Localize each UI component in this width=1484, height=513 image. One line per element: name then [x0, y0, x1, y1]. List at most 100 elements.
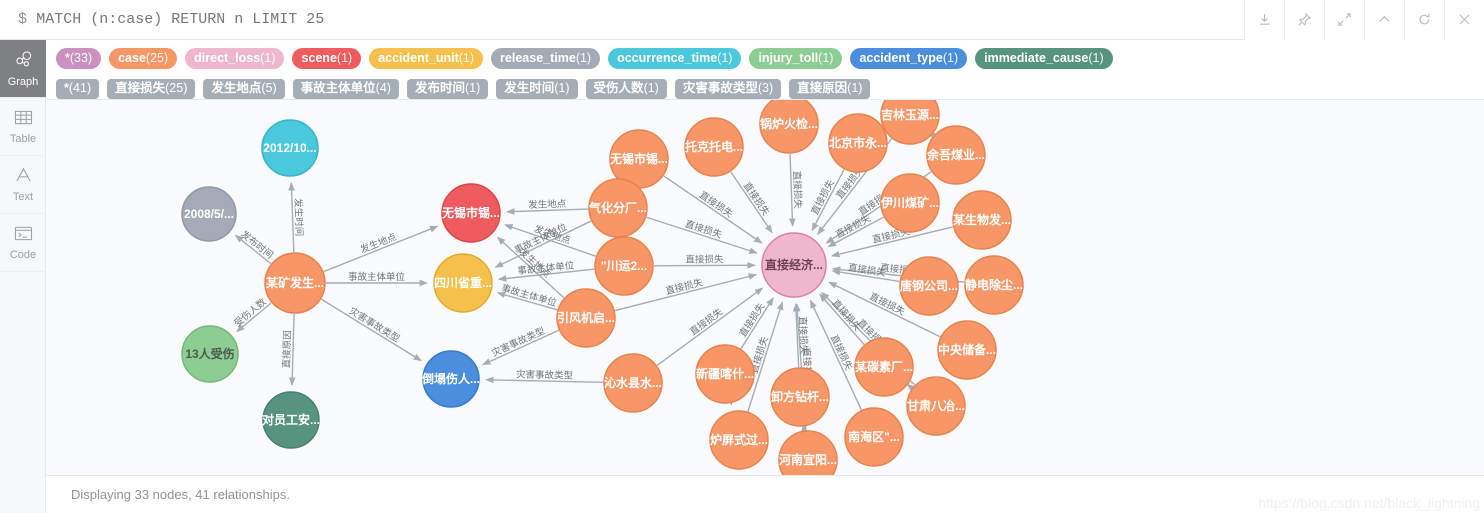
collapse-icon[interactable]: [1364, 0, 1404, 40]
graph-node[interactable]: 倒塌伤人...: [421, 350, 480, 408]
sidebar-item-code[interactable]: Code: [0, 214, 46, 272]
graph-node[interactable]: "川运2...: [594, 236, 654, 296]
node-label-chip[interactable]: injury_toll (1): [749, 48, 843, 69]
node-circle[interactable]: [181, 186, 237, 242]
node-circle[interactable]: [778, 430, 838, 475]
pin-icon[interactable]: [1284, 0, 1324, 40]
sidebar-item-text[interactable]: Text: [0, 156, 46, 214]
node-circle[interactable]: [262, 391, 320, 449]
query-bar: $ MATCH (n:case) RETURN n LIMIT 25: [0, 0, 1484, 40]
chip-label: scene: [301, 51, 337, 66]
graph-node[interactable]: 伊川煤矿...: [880, 173, 940, 233]
graph-node[interactable]: 无锡市锡...: [441, 183, 501, 243]
node-circle[interactable]: [952, 190, 1012, 250]
graph-node[interactable]: 炉屏式过...: [709, 410, 769, 470]
node-circle[interactable]: [880, 173, 940, 233]
expand-icon[interactable]: [1324, 0, 1364, 40]
node-label-chip[interactable]: accident_unit (1): [369, 48, 484, 69]
node-label-chip[interactable]: accident_type (1): [850, 48, 968, 69]
graph-node[interactable]: 唐钢公司...: [899, 256, 959, 316]
relationship-type-chip[interactable]: 发生地点 (5): [203, 78, 285, 99]
node-circle[interactable]: [761, 232, 827, 298]
node-circle[interactable]: [695, 344, 755, 404]
relationship-type-chip[interactable]: 发生时间 (1): [496, 78, 578, 99]
node-circle[interactable]: [433, 253, 493, 313]
node-circle[interactable]: [880, 100, 940, 145]
node-circle[interactable]: [422, 350, 480, 408]
graph-node[interactable]: 静电除尘...: [964, 255, 1024, 315]
edge-label: 直接损失: [687, 305, 725, 337]
graph-node[interactable]: 锅炉火检...: [759, 100, 819, 154]
relationship-type-chip[interactable]: * (41): [56, 78, 100, 99]
relationship-type-chip[interactable]: 直接原因 (1): [789, 78, 871, 99]
relationship-type-chip[interactable]: 受伤人数 (1): [585, 78, 667, 99]
relationship-type-chip[interactable]: 事故主体单位 (4): [292, 78, 399, 99]
node-label-chip[interactable]: occurrence_time (1): [608, 48, 742, 69]
graph-node[interactable]: 直接经济...: [761, 232, 827, 298]
node-circle[interactable]: [937, 320, 997, 380]
graph-node[interactable]: 沁水县水...: [603, 353, 663, 413]
download-icon[interactable]: [1244, 0, 1284, 40]
node-label-chip[interactable]: scene (1): [292, 48, 362, 69]
relationship-type-chip[interactable]: 灾害事故类型 (3): [674, 78, 782, 99]
node-circle[interactable]: [844, 407, 904, 467]
refresh-icon[interactable]: [1404, 0, 1444, 40]
node-circle[interactable]: [854, 337, 914, 397]
graph-node[interactable]: 某碳素厂...: [854, 337, 914, 397]
node-layer[interactable]: 2012/10... 2008/5/... 某矿发生... 13人受伤对员工安... 倒…: [181, 100, 1024, 475]
graph-node[interactable]: 2012/10...: [261, 119, 319, 177]
graph-visualization[interactable]: 发生时间发布时间受伤人数直接原因灾害事故类型发生地点事故主体单位发生地点发生地点…: [46, 100, 1484, 475]
node-circle[interactable]: [899, 256, 959, 316]
node-circle[interactable]: [603, 353, 663, 413]
node-circle[interactable]: [926, 125, 986, 185]
graph-node[interactable]: 气化分厂...: [588, 178, 648, 238]
sidebar-item-table[interactable]: Table: [0, 98, 46, 156]
graph-node[interactable]: 对员工安...: [262, 391, 320, 449]
chip-count: (1): [643, 81, 659, 96]
sidebar-item-graph[interactable]: Graph: [0, 40, 46, 98]
node-label-chip[interactable]: release_time (1): [491, 48, 601, 69]
node-circle[interactable]: [709, 410, 769, 470]
node-circle[interactable]: [759, 100, 819, 154]
graph-node[interactable]: 河南宜阳...: [778, 430, 838, 475]
graph-node[interactable]: 13人受伤: [181, 325, 239, 383]
node-circle[interactable]: [906, 376, 966, 436]
graph-node[interactable]: 北京市永...: [828, 113, 888, 173]
node-circle[interactable]: [261, 119, 319, 177]
graph-node[interactable]: 吉林玉源...: [880, 100, 940, 145]
graph-node[interactable]: 甘肃八冶...: [906, 376, 966, 436]
relationship-type-chip[interactable]: 发布时间 (1): [406, 78, 489, 99]
query-prompt: $: [18, 11, 28, 28]
graph-node[interactable]: 2008/5/...: [181, 186, 237, 242]
node-label-chip[interactable]: direct_loss (1): [185, 48, 285, 69]
node-circle[interactable]: [828, 113, 888, 173]
graph-node[interactable]: 四川省重...: [433, 253, 493, 313]
node-circle[interactable]: [588, 178, 648, 238]
node-label-chip[interactable]: immediate_cause (1): [975, 48, 1113, 69]
close-icon[interactable]: [1444, 0, 1484, 40]
chip-count: (1): [1088, 51, 1104, 66]
graph-node[interactable]: 托克托电...: [684, 117, 744, 177]
node-label-chip[interactable]: case (25): [109, 48, 178, 69]
node-circle[interactable]: [556, 288, 616, 348]
query-text[interactable]: MATCH (n:case) RETURN n LIMIT 25: [36, 11, 1244, 28]
graph-node[interactable]: 卸方钻杆...: [770, 367, 830, 427]
node-circle[interactable]: [684, 117, 744, 177]
node-circle[interactable]: [594, 236, 654, 296]
chip-count: (5): [261, 81, 277, 96]
graph-node[interactable]: 引风机启...: [556, 288, 616, 348]
graph-node[interactable]: 某矿发生...: [264, 252, 326, 314]
graph-node[interactable]: 中央储备...: [937, 320, 997, 380]
relationship-type-chip[interactable]: 直接损失 (25): [107, 78, 196, 99]
graph-node[interactable]: 余吾煤业...: [926, 125, 986, 185]
node-circle[interactable]: [441, 183, 501, 243]
graph-node[interactable]: 某生物发...: [952, 190, 1012, 250]
node-circle[interactable]: [181, 325, 239, 383]
node-label-chip[interactable]: * (33): [56, 48, 102, 69]
node-circle[interactable]: [770, 367, 830, 427]
graph-canvas[interactable]: 发生时间 发布时间 受伤人数 直接原因 灾害事故类型 发生地点 事故主体单位 发生地点 发生地点…: [46, 100, 1484, 475]
graph-node[interactable]: 南海区"...: [844, 407, 904, 467]
node-circle[interactable]: [264, 252, 326, 314]
graph-node[interactable]: 新疆喀什...: [695, 344, 755, 404]
node-circle[interactable]: [964, 255, 1024, 315]
